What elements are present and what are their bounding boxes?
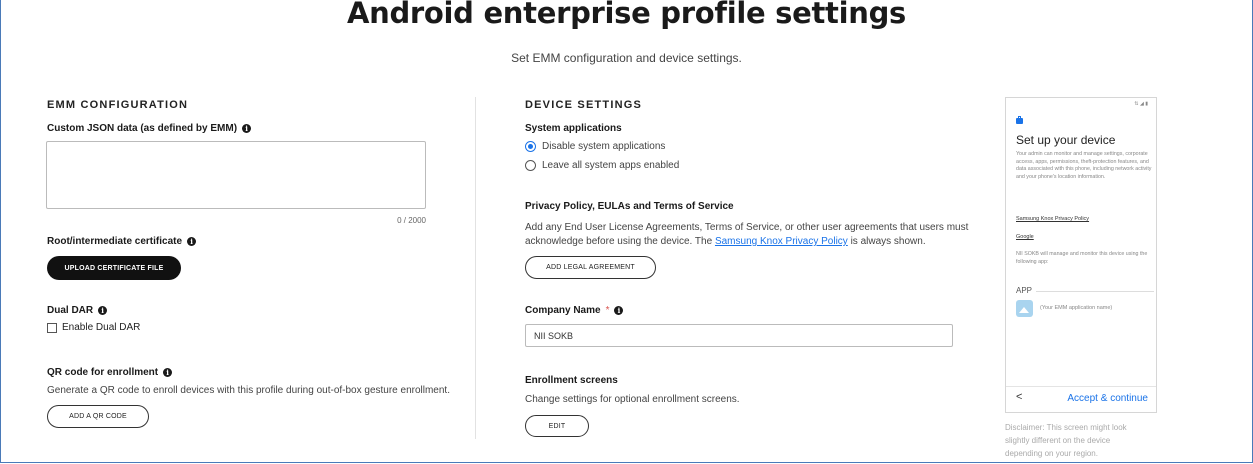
qr-label-text: QR code for enrollment: [47, 367, 159, 378]
char-counter: 0 / 2000: [397, 216, 426, 225]
add-legal-agreement-button[interactable]: ADD LEGAL AGREEMENT: [525, 256, 656, 279]
required-marker: *: [605, 305, 610, 316]
page-title: Android enterprise profile settings: [346, 0, 907, 30]
preview-footer-divider: [1006, 386, 1156, 387]
custom-json-label-text: Custom JSON data (as defined by EMM): [47, 123, 238, 134]
info-icon[interactable]: i: [163, 368, 173, 377]
system-apps-label: System applications: [525, 123, 622, 134]
dual-dar-label-text: Dual DAR: [47, 305, 94, 316]
preview-title: Set up your device: [1016, 133, 1116, 147]
info-icon[interactable]: i: [614, 306, 624, 315]
qr-label: QR code for enrollment i: [47, 367, 173, 378]
column-divider: [475, 97, 476, 439]
privacy-desc-line-2: acknowledge before using the device. The…: [525, 235, 968, 249]
privacy-label: Privacy Policy, EULAs and Terms of Servi…: [525, 201, 734, 212]
radio-leave-label: Leave all system apps enabled: [542, 160, 680, 171]
radio-selected-icon[interactable]: [525, 141, 536, 152]
qr-description: Generate a QR code to enroll devices wit…: [47, 385, 450, 396]
preview-privacy-link: Samsung Knox Privacy Policy: [1016, 216, 1090, 222]
company-name-label-text: Company Name: [525, 305, 601, 316]
company-name-input[interactable]: NII SOKB: [525, 324, 953, 347]
preview-accept-continue: Accept & continue: [1067, 393, 1148, 404]
info-icon[interactable]: i: [98, 306, 108, 315]
enable-dual-dar-checkbox[interactable]: [47, 322, 57, 333]
image-icon: [1016, 300, 1033, 317]
cert-label: Root/intermediate certificate i: [47, 236, 197, 247]
dual-dar-label: Dual DAR i: [47, 305, 108, 316]
enable-dual-dar-row[interactable]: Enable Dual DAR: [47, 322, 140, 333]
samsung-knox-privacy-link[interactable]: Samsung Knox Privacy Policy: [715, 236, 848, 247]
privacy-desc-2a: acknowledge before using the device. The: [525, 236, 715, 247]
privacy-description: Add any End User License Agreements, Ter…: [525, 221, 968, 249]
preview-google-link: Google: [1016, 234, 1034, 240]
custom-json-textarea[interactable]: [46, 141, 426, 209]
status-bar: ⇅ ◢ ▮: [1134, 101, 1148, 107]
briefcase-icon: [1016, 116, 1023, 124]
upload-certificate-button[interactable]: UPLOAD CERTIFICATE FILE: [47, 256, 181, 280]
info-icon[interactable]: i: [187, 237, 197, 246]
radio-unselected-icon[interactable]: [525, 160, 536, 171]
cert-label-text: Root/intermediate certificate: [47, 236, 183, 247]
privacy-desc-2b: is always shown.: [847, 236, 926, 247]
device-preview: ⇅ ◢ ▮ Set up your device Your admin can …: [1005, 97, 1157, 413]
custom-json-label: Custom JSON data (as defined by EMM) i: [47, 123, 252, 134]
preview-app-name: (Your EMM application name): [1040, 305, 1113, 311]
radio-disable-system-apps[interactable]: Disable system applications: [525, 141, 665, 152]
preview-body: Your admin can monitor and manage settin…: [1016, 151, 1152, 180]
privacy-desc-line-1: Add any End User License Agreements, Ter…: [525, 222, 969, 233]
emm-section-heading: EMM CONFIGURATION: [47, 99, 189, 111]
preview-app-divider: [1036, 291, 1154, 292]
enrollment-screens-label: Enrollment screens: [525, 375, 618, 386]
device-section-heading: DEVICE SETTINGS: [525, 99, 643, 111]
add-qr-code-button[interactable]: ADD A QR CODE: [47, 405, 149, 428]
radio-disable-label: Disable system applications: [542, 141, 666, 152]
enable-dual-dar-label: Enable Dual DAR: [62, 322, 141, 333]
company-name-label: Company Name * i: [525, 305, 624, 316]
preview-app-heading: APP: [1016, 286, 1033, 295]
page-subtitle: Set EMM configuration and device setting…: [511, 51, 742, 65]
preview-manage-text: NII SOKB will manage and monitor this de…: [1016, 251, 1148, 265]
back-icon: <: [1016, 391, 1023, 403]
preview-disclaimer: Disclaimer: This screen might look sligh…: [1005, 423, 1127, 458]
enrollment-description: Change settings for optional enrollment …: [525, 394, 740, 405]
edit-enrollment-button[interactable]: EDIT: [525, 415, 589, 437]
info-icon[interactable]: i: [242, 124, 252, 133]
radio-leave-system-apps[interactable]: Leave all system apps enabled: [525, 160, 679, 171]
